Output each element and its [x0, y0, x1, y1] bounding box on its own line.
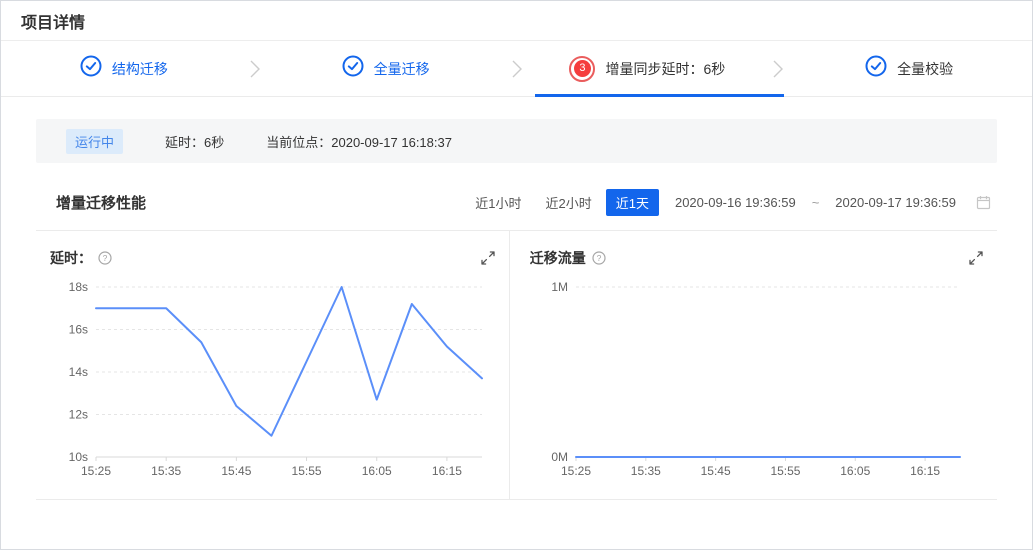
svg-text:14s: 14s — [69, 365, 88, 379]
step-label: 全量迁移 — [373, 60, 430, 77]
svg-text:12s: 12s — [69, 408, 88, 422]
svg-text:15:45: 15:45 — [221, 464, 251, 478]
svg-text:15:35: 15:35 — [151, 464, 181, 478]
active-step-indicator — [534, 94, 785, 97]
svg-text:16:05: 16:05 — [362, 464, 392, 478]
traffic-chart-card: 迁移流量 ? 0M 1M 15:25 15:35 15:45 15:55 16:05 16:1… — [510, 231, 997, 499]
step-incremental-sync[interactable]: 3 增量同步延时：6秒 — [525, 41, 785, 97]
range-tab-1day[interactable]: 近1天 — [605, 189, 659, 216]
performance-section-title: 增量迁移性能 — [56, 195, 147, 212]
svg-text:16s: 16s — [69, 323, 88, 337]
expand-icon[interactable] — [969, 251, 983, 265]
check-circle-icon — [80, 55, 102, 82]
traffic-chart-title: 迁移流量 — [529, 250, 586, 266]
date-from[interactable]: 2020-09-16 19:36:59 — [675, 195, 796, 210]
svg-text:15:55: 15:55 — [770, 464, 800, 478]
expand-icon[interactable] — [481, 251, 495, 265]
step-label: 结构迁移 — [111, 60, 168, 77]
delay-chart-header: 延时： ? — [50, 247, 495, 269]
status-bar: 运行中 延时：6秒 当前位点：2020-09-17 16:18:37 — [36, 119, 997, 163]
traffic-line-chart: 0M 1M 15:25 15:35 15:45 15:55 16:05 16:15 — [551, 280, 961, 478]
delay-line-chart: 10s 12s 14s 16s 18s 15:25 15:35 15:45 15:55 16:05… — [69, 280, 483, 478]
charts-row: 延时： ? 10s 12s 14s 16s 18s 15:25 15:35 15:45 15:5… — [36, 231, 997, 500]
checkpoint-value: 当前位点：2020-09-17 16:18:37 — [266, 134, 452, 150]
svg-text:?: ? — [596, 253, 601, 263]
chevron-right-icon — [770, 56, 786, 82]
page-header: 项目详情 — [1, 1, 1032, 41]
svg-text:16:15: 16:15 — [910, 464, 940, 478]
migration-stepper: 结构迁移 全量迁移 3 增量同步延时：6秒 全量校验 — [1, 41, 1032, 97]
svg-text:15:25: 15:25 — [81, 464, 111, 478]
delay-chart-title: 延时： — [50, 250, 92, 266]
check-circle-icon — [342, 55, 364, 82]
help-icon[interactable]: ? — [592, 251, 606, 265]
step-full-migration[interactable]: 全量迁移 — [263, 41, 509, 96]
chevron-right-icon — [509, 56, 525, 82]
help-icon[interactable]: ? — [98, 251, 112, 265]
step-structure-migration[interactable]: 结构迁移 — [1, 41, 247, 96]
calendar-icon[interactable] — [976, 195, 991, 210]
date-range-picker[interactable]: 2020-09-16 19:36:59 ~ 2020-09-17 19:36:5… — [675, 195, 956, 210]
date-to[interactable]: 2020-09-17 19:36:59 — [835, 195, 956, 210]
step-number-badge: 3 — [569, 55, 596, 82]
delay-chart-card: 延时： ? 10s 12s 14s 16s 18s 15:25 15:35 15:45 15:5… — [36, 231, 510, 499]
delay-value: 延时：6秒 — [165, 134, 225, 150]
range-tab-1hour[interactable]: 近1小时 — [465, 189, 531, 216]
step-label: 增量同步延时：6秒 — [605, 60, 726, 77]
performance-section-header: 增量迁移性能 近1小时 近2小时 近1天 2020-09-16 19:36:59… — [36, 189, 997, 231]
step-label: 全量校验 — [897, 60, 954, 77]
svg-text:10s: 10s — [69, 450, 88, 464]
svg-text:16:05: 16:05 — [840, 464, 870, 478]
svg-text:15:35: 15:35 — [631, 464, 661, 478]
step-number: 3 — [573, 60, 591, 77]
svg-text:0M: 0M — [551, 450, 568, 464]
svg-text:?: ? — [103, 253, 108, 263]
traffic-chart-header: 迁移流量 ? — [530, 247, 983, 269]
date-separator: ~ — [811, 195, 820, 210]
svg-text:15:45: 15:45 — [700, 464, 730, 478]
svg-text:16:15: 16:15 — [432, 464, 462, 478]
svg-text:1M: 1M — [551, 280, 568, 294]
chevron-right-icon — [247, 56, 263, 82]
check-circle-icon — [865, 55, 887, 82]
page-title: 项目详情 — [21, 15, 86, 32]
svg-text:18s: 18s — [69, 280, 88, 294]
svg-text:15:55: 15:55 — [292, 464, 322, 478]
range-tab-2hours[interactable]: 近2小时 — [536, 189, 602, 216]
svg-text:15:25: 15:25 — [561, 464, 591, 478]
project-detail-page: 项目详情 结构迁移 全量迁移 3 增量同步延时：6秒 全量校验 运行中 延时：6… — [0, 0, 1033, 550]
status-badge: 运行中 — [66, 128, 124, 154]
step-full-verification[interactable]: 全量校验 — [786, 41, 1032, 96]
time-range-tabs: 近1小时 近2小时 近1天 — [465, 189, 659, 216]
